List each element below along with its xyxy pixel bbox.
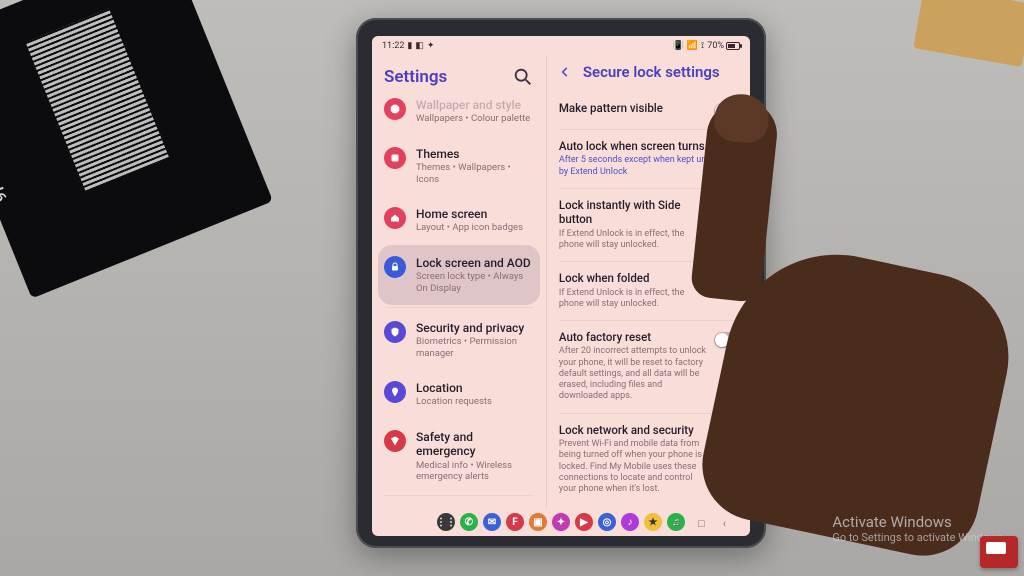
row-auto-lock[interactable]: Auto lock when screen turns off After 5 … — [557, 130, 744, 188]
category-sub: Themes • Wallpapers • Icons — [416, 162, 534, 185]
barcode — [25, 9, 168, 191]
toggle-lock-instantly[interactable] — [714, 200, 742, 216]
notif-icon: ▮ — [407, 41, 412, 51]
category-title: Security and privacy — [416, 321, 534, 335]
category-security[interactable]: Security and privacy Biometrics • Permis… — [372, 310, 546, 370]
app-icon[interactable]: ▶ — [575, 513, 593, 531]
category-title: Home screen — [416, 207, 534, 221]
palette-icon — [384, 98, 406, 120]
settings-master-pane: Settings Wallpaper and style Wallpapers … — [372, 56, 546, 508]
music-icon[interactable]: ♪ — [621, 513, 639, 531]
nav-bar: ≡ □ ‹ — [674, 517, 726, 530]
themes-icon — [384, 147, 406, 169]
toggle-lock-network[interactable] — [714, 425, 742, 441]
category-sub: Screen lock type • Always On Display — [416, 271, 534, 294]
status-bar: 11:22 ▮ ◧ ✦ 📳 📶 ⟟ 70% — [372, 36, 750, 56]
row-lock-instantly[interactable]: Lock instantly with Side button If Exten… — [557, 189, 744, 261]
row-sub: Prevent Wi-Fi and mobile data from being… — [559, 439, 706, 495]
category-accounts[interactable]: Accounts and backup Manage accounts • Sm… — [372, 498, 546, 508]
row-sub: If Extend Unlock is in effect, the phone… — [559, 229, 706, 252]
category-lock-screen[interactable]: Lock screen and AOD Screen lock type • A… — [378, 245, 540, 305]
toggle-auto-factory-reset[interactable] — [714, 332, 742, 348]
safety-icon — [384, 430, 406, 452]
settings-detail-pane: Secure lock settings Make pattern visibl… — [546, 56, 750, 508]
row-title: Make pattern visible — [559, 101, 706, 115]
location-icon — [384, 381, 406, 403]
row-title: Lock instantly with Side button — [559, 198, 706, 227]
back-button[interactable] — [555, 62, 575, 82]
category-title: Lock screen and AOD — [416, 256, 534, 270]
app-icon[interactable]: ▣ — [529, 513, 547, 531]
row-auto-factory-reset[interactable]: Auto factory reset After 20 incorrect at… — [557, 321, 744, 413]
lock-icon — [384, 256, 406, 278]
category-title: Themes — [416, 147, 534, 161]
app-icon[interactable]: ✦ — [552, 513, 570, 531]
notif-icon: ◧ — [415, 41, 424, 51]
category-title: Safety and emergency — [416, 430, 534, 459]
home-icon — [384, 207, 406, 229]
product-box-label: Galaxy Z Fold6 — [0, 88, 11, 206]
app-icon[interactable]: F — [506, 513, 524, 531]
category-home-screen[interactable]: Home screen Layout • App icon badges — [372, 196, 546, 245]
row-lock-network[interactable]: Lock network and security Prevent Wi-Fi … — [557, 414, 744, 506]
category-sub: Biometrics • Permission manager — [416, 336, 534, 359]
row-make-pattern-visible[interactable]: Make pattern visible — [557, 92, 744, 129]
category-themes[interactable]: Themes Themes • Wallpapers • Icons — [372, 136, 546, 196]
category-title: Wallpaper and style — [416, 98, 534, 112]
channel-logo — [980, 536, 1018, 568]
apps-icon[interactable]: ⋮⋮ — [437, 513, 455, 531]
toggle-lock-folded[interactable] — [714, 273, 742, 289]
chevron-left-icon — [558, 65, 572, 79]
wifi-icon: 📶 — [687, 41, 698, 51]
detail-title: Secure lock settings — [583, 63, 720, 81]
home-button[interactable]: □ — [698, 517, 705, 530]
divider — [384, 495, 534, 496]
row-title: Lock network and security — [559, 423, 706, 437]
recents-button[interactable]: ≡ — [674, 517, 680, 530]
toggle-pattern-visible[interactable] — [714, 103, 742, 119]
category-sub: Medical info • Wireless emergency alerts — [416, 460, 534, 483]
shield-icon — [384, 321, 406, 343]
signal-icon: ⟟ — [701, 41, 704, 51]
category-sub: Layout • App icon badges — [416, 222, 534, 233]
vibrate-icon: 📳 — [672, 41, 683, 51]
app-icon[interactable]: ★ — [644, 513, 662, 531]
row-lock-when-folded[interactable]: Lock when folded If Extend Unlock is in … — [557, 262, 744, 320]
row-sub: If Extend Unlock is in effect, the phone… — [559, 288, 706, 311]
row-sub: After 5 seconds except when kept unlocke… — [559, 155, 742, 178]
settings-title: Settings — [384, 67, 447, 87]
category-wallpaper[interactable]: Wallpaper and style Wallpapers • Colour … — [372, 98, 546, 136]
app-icon[interactable]: ◎ — [598, 513, 616, 531]
category-location[interactable]: Location Location requests — [372, 370, 546, 419]
clock: 11:22 — [382, 41, 404, 51]
row-title: Lock when folded — [559, 271, 706, 285]
messages-icon[interactable]: ✉ — [483, 513, 501, 531]
search-icon — [512, 66, 534, 88]
category-safety[interactable]: Safety and emergency Medical info • Wire… — [372, 419, 546, 494]
category-sub: Location requests — [416, 396, 534, 407]
category-sub: Wallpapers • Colour palette — [416, 113, 534, 124]
divider — [384, 307, 534, 308]
category-title: Location — [416, 381, 534, 395]
phone-frame: 11:22 ▮ ◧ ✦ 📳 📶 ⟟ 70% Settings — [356, 18, 766, 548]
back-nav-button[interactable]: ‹ — [723, 517, 726, 530]
row-title: Auto factory reset — [559, 330, 706, 344]
row-title: Auto lock when screen turns off — [559, 139, 742, 153]
notif-icon: ✦ — [427, 41, 435, 51]
phone-app-icon[interactable]: ✆ — [460, 513, 478, 531]
row-sub: After 20 incorrect attempts to unlock yo… — [559, 346, 706, 402]
battery-indicator: 70% — [707, 41, 740, 51]
search-button[interactable] — [512, 66, 534, 88]
